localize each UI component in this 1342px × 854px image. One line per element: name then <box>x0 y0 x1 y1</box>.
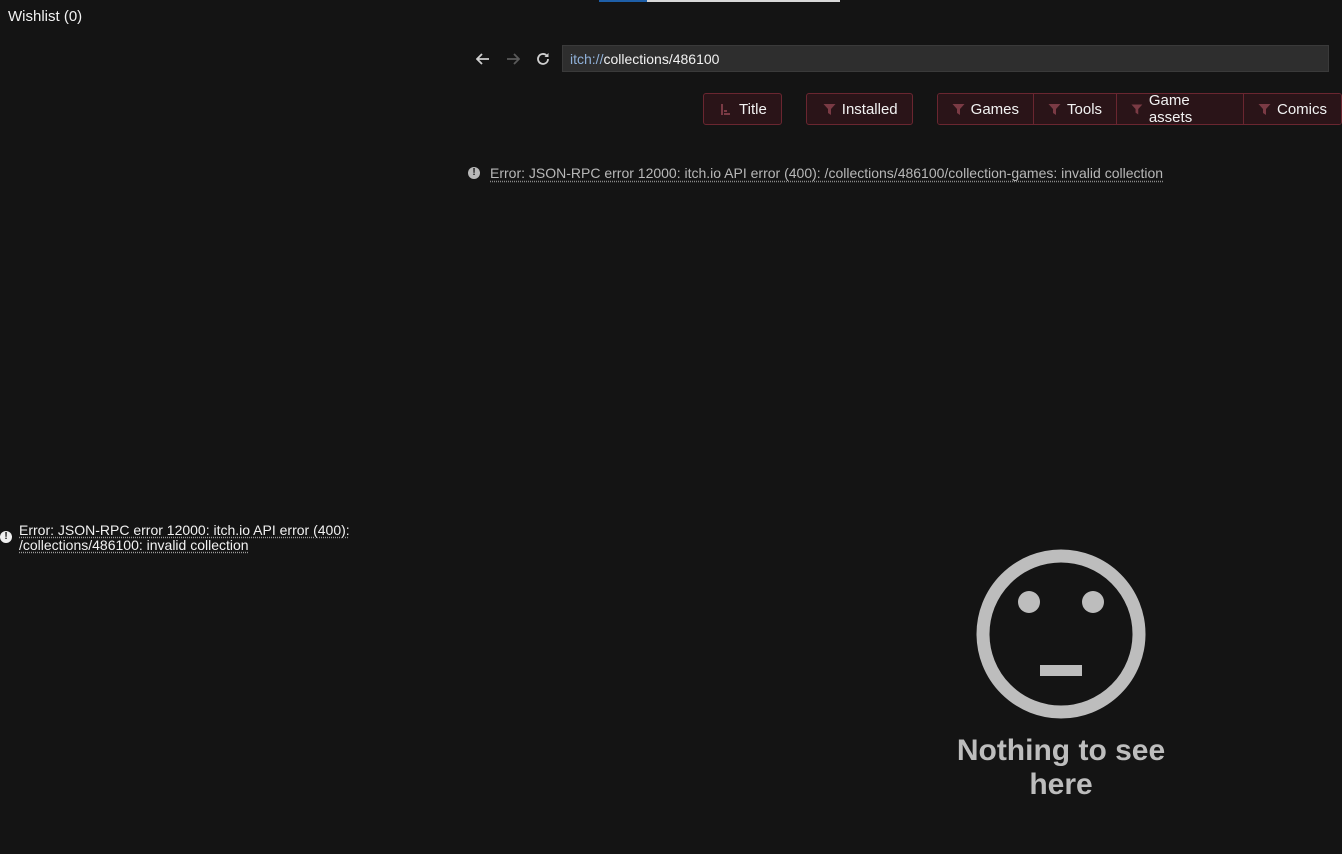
reload-button[interactable] <box>528 45 558 72</box>
tab-indicator[interactable] <box>647 0 840 2</box>
filter-toolbar: Title Installed Games Tools Game assets … <box>703 93 1342 125</box>
sort-icon <box>721 103 730 115</box>
back-button[interactable] <box>468 45 498 72</box>
url-scheme: itch:// <box>570 50 604 67</box>
filter-icon <box>823 103 836 115</box>
sidebar-error-text[interactable]: Error: JSON-RPC error 12000: itch.io API… <box>19 523 380 553</box>
games-filter-label: Games <box>970 100 1020 118</box>
game-assets-filter-label: Game assets <box>1148 93 1193 125</box>
tools-filter-button[interactable]: Tools <box>1033 94 1117 124</box>
navigation-bar: itch://collections/486100 <box>468 45 1330 72</box>
sidebar-error: ! Error: JSON-RPC error 12000: itch.io A… <box>0 523 380 553</box>
games-filter-button[interactable]: Games <box>937 94 1034 124</box>
sort-title-button[interactable]: Title <box>703 93 782 125</box>
arrow-right-icon <box>507 52 520 65</box>
type-filter-group: Games Tools Game assets Comics <box>936 93 1342 125</box>
sidebar-title: Wishlist (0) <box>8 8 83 25</box>
main-error: ! Error: JSON-RPC error 12000: itch.io A… <box>468 165 1163 181</box>
reload-icon <box>537 52 549 65</box>
game-assets-filter-button[interactable]: Game assets <box>1116 94 1243 124</box>
filter-icon <box>952 103 965 115</box>
comics-filter-button[interactable]: Comics <box>1242 94 1341 124</box>
main-error-text[interactable]: Error: JSON-RPC error 12000: itch.io API… <box>490 165 1163 181</box>
url-input[interactable]: itch://collections/486100 <box>562 45 1329 72</box>
filter-icon <box>1048 103 1061 115</box>
filter-icon <box>1131 104 1143 114</box>
neutral-face-icon <box>976 549 1146 719</box>
arrow-left-icon <box>476 52 489 65</box>
tab-indicator-active[interactable] <box>599 0 647 2</box>
filter-icon <box>1258 103 1271 115</box>
installed-filter-label: Installed <box>841 100 898 118</box>
forward-button[interactable] <box>498 45 528 72</box>
empty-state: Nothing to see here <box>921 548 1201 802</box>
installed-filter-button[interactable]: Installed <box>805 93 913 125</box>
error-icon: ! <box>0 531 12 543</box>
error-icon: ! <box>468 167 480 179</box>
empty-state-text: Nothing to see here <box>956 734 1166 801</box>
sort-title-label: Title <box>739 100 767 118</box>
url-path: collections/486100 <box>603 50 720 67</box>
comics-filter-label: Comics <box>1276 100 1327 118</box>
app-window: Wishlist (0) ! Error: JSON-RPC error 120… <box>0 0 1342 854</box>
tools-filter-label: Tools <box>1067 100 1103 118</box>
